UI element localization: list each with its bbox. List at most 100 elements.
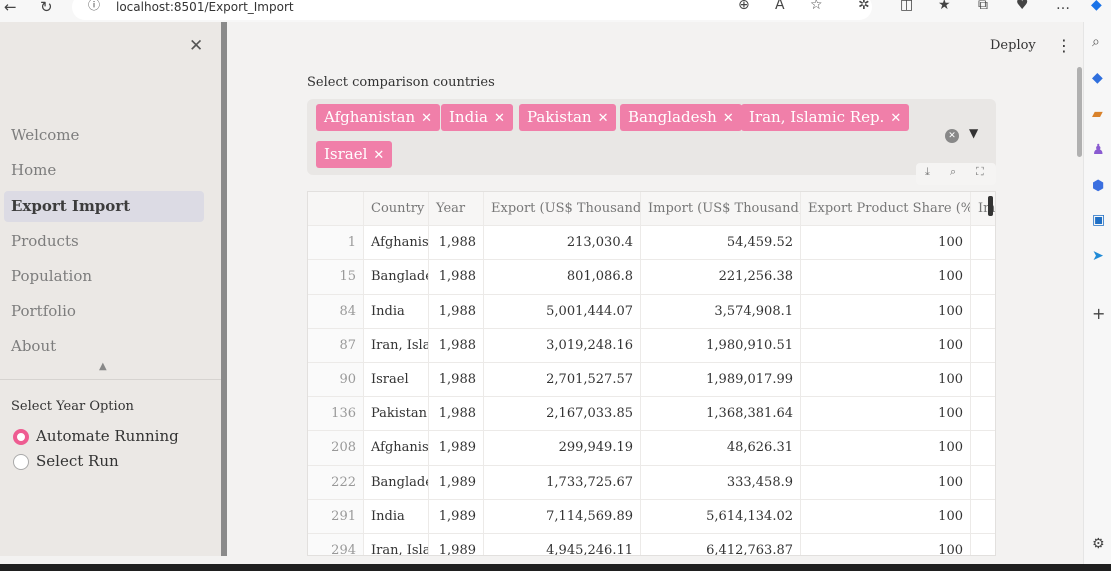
cell-truncated[interactable] (971, 329, 995, 363)
favorites-icon[interactable]: ★ (938, 0, 951, 13)
cell-country[interactable]: India (364, 499, 429, 534)
send-icon[interactable]: ➤ (1092, 248, 1104, 264)
cell-truncated[interactable] (971, 260, 995, 295)
browser-essentials-icon[interactable]: ♥ (1016, 0, 1029, 13)
country-multiselect[interactable]: Afghanistan ✕ India ✕ Pakistan ✕ Bangladesh… (307, 99, 996, 175)
cell-truncated[interactable] (971, 397, 995, 432)
sidebar-item-population[interactable]: Population (4, 261, 204, 292)
cell-year[interactable]: 1,988 (429, 226, 484, 261)
row-index[interactable]: 136 (308, 397, 364, 432)
cell-import[interactable]: 1,989,017.99 (641, 363, 801, 398)
row-index[interactable]: 294 (308, 534, 364, 555)
cell-country[interactable]: Banglade (364, 465, 429, 500)
radio-select-run[interactable] (13, 454, 29, 470)
cell-export[interactable]: 299,949.19 (484, 431, 641, 466)
split-screen-icon[interactable]: ◫ (900, 0, 913, 13)
deploy-button[interactable]: Deploy (990, 38, 1036, 53)
download-icon[interactable]: ⤓ (925, 165, 930, 179)
cell-export[interactable]: 2,167,033.85 (484, 397, 641, 432)
row-index[interactable]: 87 (308, 328, 364, 363)
cell-year[interactable]: 1,989 (429, 534, 484, 555)
remove-chip-icon[interactable]: ✕ (598, 111, 609, 126)
chevron-down-icon[interactable]: ▼ (969, 126, 978, 140)
chip-bangladesh[interactable]: Bangladesh ✕ (620, 104, 742, 131)
zoom-icon[interactable]: ⊕ (738, 0, 750, 13)
kebab-menu-icon[interactable]: ⋮ (1056, 36, 1072, 55)
cell-export-share[interactable]: 100 (801, 465, 971, 500)
extensions-icon[interactable]: ✲ (858, 0, 870, 13)
cell-truncated[interactable] (971, 534, 995, 555)
close-icon[interactable]: ✕ (189, 36, 203, 56)
remove-chip-icon[interactable]: ✕ (723, 111, 734, 126)
cell-import[interactable]: 333,458.9 (641, 465, 801, 500)
cell-import[interactable]: 5,614,134.02 (641, 499, 801, 534)
search-icon[interactable]: ⌕ (950, 165, 956, 179)
cell-truncated[interactable] (971, 466, 995, 500)
cell-truncated[interactable] (971, 431, 995, 466)
cell-import[interactable]: 54,459.52 (641, 226, 801, 261)
cell-export-share[interactable]: 100 (801, 397, 971, 432)
cell-truncated[interactable] (971, 363, 995, 398)
cell-export-share[interactable]: 100 (801, 363, 971, 398)
cell-export[interactable]: 3,019,248.16 (484, 328, 641, 363)
cell-year[interactable]: 1,989 (429, 431, 484, 466)
refresh-icon[interactable]: ↻ (40, 0, 53, 16)
row-index[interactable]: 208 (308, 431, 364, 466)
url-text[interactable]: localhost:8501/Export_Import (116, 0, 294, 14)
row-index[interactable]: 291 (308, 499, 364, 534)
cell-country[interactable]: Iran, Islar (364, 328, 429, 363)
remove-chip-icon[interactable]: ✕ (373, 148, 384, 163)
column-header-import[interactable]: Import (US$ Thousand) (641, 192, 801, 227)
games-icon[interactable]: ♟ (1092, 142, 1105, 158)
cell-import[interactable]: 48,626.31 (641, 431, 801, 466)
cell-country[interactable]: Israel (364, 363, 429, 398)
info-icon[interactable]: ⓘ (88, 0, 100, 13)
sidebar-item-export-import[interactable]: Export Import (4, 191, 204, 222)
sidebar-item-portfolio[interactable]: Portfolio (4, 296, 204, 327)
favorite-star-icon[interactable]: ☆ (810, 0, 823, 13)
radio-label-automate-running[interactable]: Automate Running (36, 427, 179, 445)
row-index[interactable]: 222 (308, 465, 364, 500)
sidebar-item-about[interactable]: About (4, 331, 204, 362)
m365-icon[interactable]: ⬢ (1092, 178, 1104, 194)
toolbox-icon[interactable]: ▰ (1092, 106, 1103, 122)
tag-icon[interactable]: ◆ (1092, 70, 1103, 86)
cell-export[interactable]: 801,086.8 (484, 260, 641, 295)
chip-afghanistan[interactable]: Afghanistan ✕ (316, 104, 441, 131)
table-scrollbar[interactable] (988, 196, 993, 216)
cell-import[interactable]: 1,980,910.51 (641, 328, 801, 363)
row-index[interactable]: 84 (308, 294, 364, 329)
cell-export[interactable]: 4,945,246.11 (484, 534, 641, 555)
cell-year[interactable]: 1,988 (429, 328, 484, 363)
sidebar-item-welcome[interactable]: Welcome (4, 120, 204, 151)
cell-import[interactable]: 3,574,908.1 (641, 294, 801, 329)
chevron-up-icon[interactable]: ▲ (99, 361, 107, 372)
read-aloud-icon[interactable]: A (775, 0, 785, 13)
cell-export[interactable]: 213,030.4 (484, 226, 641, 261)
cell-country[interactable]: Afghanist (364, 226, 429, 261)
fullscreen-icon[interactable]: ⛶ (976, 165, 984, 179)
cell-country[interactable]: Iran, Islar (364, 534, 429, 555)
cell-export-share[interactable]: 100 (801, 328, 971, 363)
sidebar-item-products[interactable]: Products (4, 226, 204, 257)
column-header-year[interactable]: Year (429, 192, 484, 227)
cell-import[interactable]: 6,412,763.87 (641, 534, 801, 555)
cell-import[interactable]: 1,368,381.64 (641, 397, 801, 432)
cell-country[interactable]: Banglade (364, 260, 429, 295)
cell-import[interactable]: 221,256.38 (641, 260, 801, 295)
cell-country[interactable]: India (364, 294, 429, 329)
remove-chip-icon[interactable]: ✕ (494, 111, 505, 126)
cell-export[interactable]: 5,001,444.07 (484, 294, 641, 329)
cell-year[interactable]: 1,988 (429, 397, 484, 432)
cell-export[interactable]: 1,733,725.67 (484, 465, 641, 500)
remove-chip-icon[interactable]: ✕ (890, 111, 901, 126)
cell-year[interactable]: 1,989 (429, 465, 484, 500)
chip-india[interactable]: India ✕ (441, 104, 513, 131)
column-header-export[interactable]: Export (US$ Thousand) (484, 192, 641, 227)
cell-export-share[interactable]: 100 (801, 260, 971, 295)
chip-israel[interactable]: Israel ✕ (316, 141, 393, 168)
settings-gear-icon[interactable]: ⚙ (1092, 536, 1105, 552)
sidebar-item-home[interactable]: Home (4, 155, 204, 186)
cell-country[interactable]: Pakistan (364, 397, 429, 432)
back-icon[interactable]: ← (4, 0, 17, 16)
